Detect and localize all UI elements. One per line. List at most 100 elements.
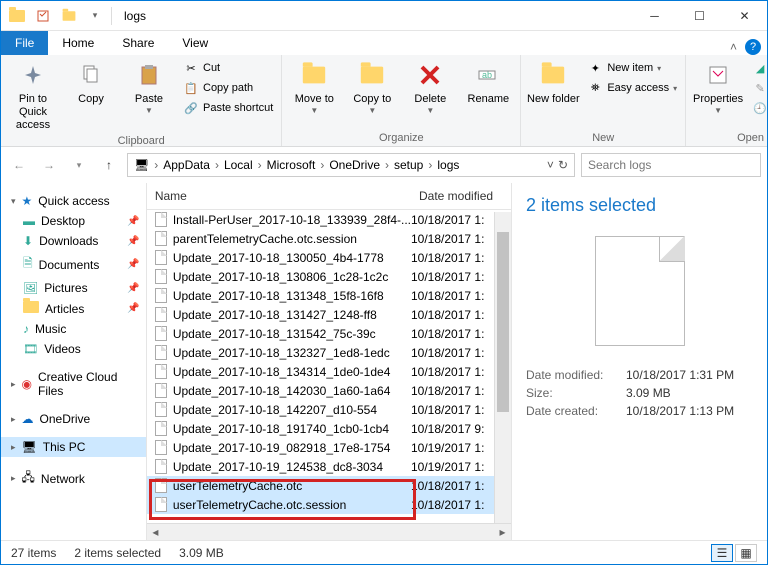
group-label: Organize (286, 130, 516, 146)
vertical-scrollbar[interactable] (494, 212, 511, 523)
paste-button[interactable]: Paste▼ (121, 57, 177, 116)
pin-icon: 📌 (127, 283, 139, 294)
file-row[interactable]: Update_2017-10-18_131348_15f8-16f810/18/… (147, 286, 511, 305)
qat-dropdown-icon[interactable]: ▾ (83, 4, 107, 28)
file-icon (153, 478, 169, 494)
file-icon (153, 250, 169, 266)
file-row[interactable]: parentTelemetryCache.otc.session10/18/20… (147, 229, 511, 248)
file-row[interactable]: Update_2017-10-19_082918_17e8-175410/19/… (147, 438, 511, 457)
tab-file[interactable]: File (1, 31, 48, 55)
file-icon (153, 383, 169, 399)
breadcrumb-item[interactable]: AppData (159, 158, 214, 172)
minimize-button[interactable]: ─ (632, 1, 677, 31)
search-input[interactable]: Search logs (581, 153, 761, 177)
up-button[interactable]: ↑ (97, 153, 121, 177)
history-button[interactable]: 🕘History (748, 99, 768, 117)
help-icon[interactable]: ? (745, 39, 761, 55)
easyaccess-icon: ⛯ (587, 80, 603, 96)
nav-onedrive[interactable]: ▸ ☁ OneDrive (1, 409, 146, 429)
nav-pictures[interactable]: 🖼Pictures📌 (1, 278, 146, 298)
ribbon-collapse-icon[interactable]: ˄ (730, 40, 737, 54)
quickaccess-header[interactable]: ▾ ★ Quick access (1, 191, 146, 211)
file-row[interactable]: Update_2017-10-18_130806_1c28-1c2c10/18/… (147, 267, 511, 286)
refresh-icon[interactable]: ↻ (558, 158, 568, 172)
file-row[interactable]: Update_2017-10-18_191740_1cb0-1cb410/18/… (147, 419, 511, 438)
nav-videos[interactable]: 🎞Videos (1, 339, 146, 359)
qat-properties-icon[interactable] (31, 4, 55, 28)
icons-view-button[interactable]: ▦ (735, 544, 757, 562)
tab-home[interactable]: Home (48, 31, 108, 55)
file-icon (153, 231, 169, 247)
file-row[interactable]: userTelemetryCache.otc10/18/2017 1: (147, 476, 511, 495)
rename-button[interactable]: abRename (460, 57, 516, 106)
open-button[interactable]: ◢Open ▾ (748, 59, 768, 77)
tab-view[interactable]: View (168, 31, 222, 55)
nav-documents[interactable]: 🗎Documents📌 (1, 251, 146, 278)
file-name: Update_2017-10-18_134314_1de0-1de4 (173, 365, 411, 379)
newfolder-button[interactable]: New folder (525, 57, 581, 106)
details-view-button[interactable]: ☰ (711, 544, 733, 562)
copypath-button[interactable]: 📋Copy path (179, 79, 277, 97)
recent-dropdown[interactable]: ▾ (67, 153, 91, 177)
cut-button[interactable]: ✂Cut (179, 59, 277, 77)
moveto-button[interactable]: Move to▼ (286, 57, 342, 116)
file-row[interactable]: Update_2017-10-18_142030_1a60-1a6410/18/… (147, 381, 511, 400)
copyto-button[interactable]: Copy to▼ (344, 57, 400, 116)
horizontal-scrollbar[interactable]: ◂▸ (147, 523, 511, 540)
easyaccess-button[interactable]: ⛯Easy access ▾ (583, 79, 681, 97)
address-dropdown-icon[interactable]: ˅ (547, 158, 554, 172)
tab-share[interactable]: Share (108, 31, 168, 55)
close-button[interactable]: ✕ (722, 1, 767, 31)
column-date[interactable]: Date modified (411, 183, 511, 209)
file-row[interactable]: Update_2017-10-19_124538_dc8-303410/19/2… (147, 457, 511, 476)
newitem-button[interactable]: ✦New item ▾ (583, 59, 681, 77)
file-row[interactable]: Update_2017-10-18_134314_1de0-1de410/18/… (147, 362, 511, 381)
network-icon: 🖧 (22, 468, 35, 489)
file-row[interactable]: Update_2017-10-18_131542_75c-39c10/18/20… (147, 324, 511, 343)
file-row[interactable]: userTelemetryCache.otc.session10/18/2017… (147, 495, 511, 514)
address-bar[interactable]: 🖥 › AppData› Local› Microsoft› OneDrive›… (127, 153, 575, 177)
copy-button[interactable]: Copy (63, 57, 119, 106)
qat-newfolder-icon[interactable] (57, 4, 81, 28)
delete-button[interactable]: Delete▼ (402, 57, 458, 116)
file-icon (153, 212, 169, 228)
svg-text:ab: ab (482, 70, 492, 80)
nav-thispc[interactable]: ▸ 🖥 This PC (1, 437, 146, 457)
nav-downloads[interactable]: ⬇Downloads📌 (1, 231, 146, 251)
forward-button[interactable]: → (37, 153, 61, 177)
group-label: Clipboard (5, 133, 277, 149)
breadcrumb-item[interactable]: Local (220, 158, 257, 172)
window-title: logs (116, 9, 146, 23)
pin-icon: 📌 (127, 303, 139, 314)
nav-network[interactable]: ▸ 🖧 Network (1, 465, 146, 492)
pc-icon: 🖥 (130, 158, 153, 172)
edit-button[interactable]: ✎Edit (748, 79, 768, 97)
file-row[interactable]: Update_2017-10-18_131427_1248-ff810/18/2… (147, 305, 511, 324)
back-button[interactable]: ← (7, 153, 31, 177)
file-name: Update_2017-10-18_131427_1248-ff8 (173, 308, 411, 322)
file-name: Update_2017-10-18_130050_4b4-1778 (173, 251, 411, 265)
nav-music[interactable]: ♪Music (1, 319, 146, 339)
nav-ccf[interactable]: ▸ ◉ Creative Cloud Files (1, 367, 146, 401)
file-row[interactable]: Update_2017-10-18_130050_4b4-177810/18/2… (147, 248, 511, 267)
breadcrumb-item[interactable]: logs (433, 158, 463, 172)
nav-desktop[interactable]: ▬Desktop📌 (1, 211, 146, 231)
pin-quickaccess-button[interactable]: Pin to Quick access (5, 57, 61, 133)
maximize-button[interactable]: ☐ (677, 1, 722, 31)
file-row[interactable]: Install-PerUser_2017-10-18_133939_28f4-.… (147, 210, 511, 229)
pasteshortcut-button[interactable]: 🔗Paste shortcut (179, 99, 277, 117)
breadcrumb-item[interactable]: Microsoft (263, 158, 320, 172)
properties-button[interactable]: Properties▼ (690, 57, 746, 116)
breadcrumb-item[interactable]: setup (390, 158, 427, 172)
prop-label: Date modified: (526, 368, 626, 382)
file-icon (153, 345, 169, 361)
pictures-icon: 🖼 (23, 281, 38, 295)
status-size: 3.09 MB (179, 546, 224, 560)
pin-icon: 📌 (127, 236, 139, 247)
column-name[interactable]: Name (147, 183, 411, 209)
nav-articles[interactable]: Articles📌 (1, 298, 146, 319)
breadcrumb-item[interactable]: OneDrive (325, 158, 384, 172)
folder-icon (23, 301, 39, 316)
file-row[interactable]: Update_2017-10-18_142207_d10-55410/18/20… (147, 400, 511, 419)
file-row[interactable]: Update_2017-10-18_132327_1ed8-1edc10/18/… (147, 343, 511, 362)
